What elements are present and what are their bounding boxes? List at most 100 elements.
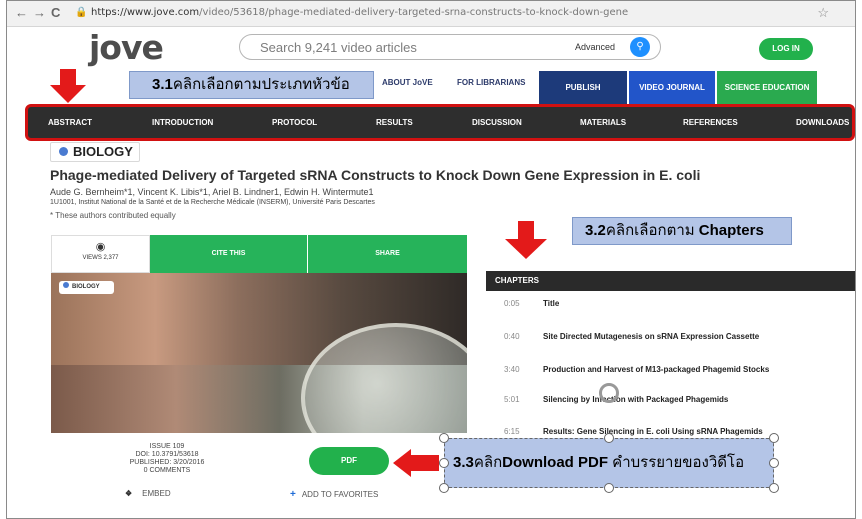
views-count: VIEWS 2,377	[82, 255, 119, 261]
chapter-time: 6:15	[504, 427, 520, 436]
annotation-3-1-text: คลิกเลือกตามประเภทหัวข้อ	[172, 76, 350, 93]
nav-for-librarians[interactable]: FOR LIBRARIANS	[457, 78, 525, 87]
advanced-search-link[interactable]: Advanced	[575, 42, 615, 52]
section-materials[interactable]: MATERIALS	[580, 118, 626, 127]
annotation-3-3-text: คลิก	[473, 454, 503, 471]
annotation-3-3-bold: Download PDF	[502, 454, 608, 471]
annotation-arrow-3-1	[50, 85, 86, 103]
section-results[interactable]: RESULTS	[376, 118, 413, 127]
article-affiliation: 1U1001, Institut National de la Santé et…	[50, 199, 375, 206]
nav-about-jove[interactable]: ABOUT JoVE	[382, 78, 433, 87]
cite-this-tab[interactable]: CITE THIS	[150, 235, 307, 273]
annotation-arrow-3-1-stem	[60, 69, 76, 85]
plus-icon: +	[290, 489, 296, 500]
article-title: Phage-mediated Delivery of Targeted sRNA…	[50, 167, 701, 183]
url-path: /video/53618/phage-mediated-delivery-tar…	[199, 7, 629, 18]
search-input[interactable]: Search 9,241 video articles	[260, 40, 417, 55]
annotation-3-1-number: 3.1	[152, 76, 173, 93]
section-downloads[interactable]: DOWNLOADS	[796, 118, 849, 127]
forward-icon[interactable]: →	[33, 5, 46, 20]
browser-toolbar: ← → C 🔒 https://www.jove.com/video/53618…	[7, 1, 855, 27]
section-nav: ABSTRACT INTRODUCTION PROTOCOL RESULTS D…	[25, 104, 855, 141]
category-label: BIOLOGY	[73, 144, 133, 159]
nav-video-journal[interactable]: VIDEO JOURNAL	[629, 71, 715, 104]
share-tab[interactable]: SHARE	[308, 235, 467, 273]
video-player[interactable]: BIOLOGY	[51, 273, 467, 433]
chapter-item[interactable]: 0:05 Title	[486, 295, 855, 315]
chapter-item[interactable]: 3:40 Production and Harvest of M13-packa…	[486, 361, 855, 381]
views-tab[interactable]: ◉ VIEWS 2,377	[51, 235, 150, 273]
jove-logo[interactable]: jove	[89, 28, 164, 67]
annotation-3-2-text: คลิกเลือกตาม	[605, 222, 699, 239]
annotation-3-3: 3.3คลิกDownload PDF คำบรรยายของวิดีโอ	[444, 438, 774, 488]
section-discussion[interactable]: DISCUSSION	[472, 118, 522, 127]
embed-link[interactable]: ❖ EMBED	[125, 489, 171, 498]
annotation-arrow-3-3-stem	[411, 455, 439, 471]
screenshot-frame: ← → C 🔒 https://www.jove.com/video/53618…	[6, 0, 856, 519]
chapter-time: 3:40	[504, 365, 520, 374]
chapter-time: 0:40	[504, 332, 520, 341]
address-bar[interactable]: https://www.jove.com/video/53618/phage-m…	[91, 7, 628, 18]
eye-icon: ◉	[95, 241, 106, 253]
section-protocol[interactable]: PROTOCOL	[272, 118, 317, 127]
annotation-3-2-number: 3.2	[585, 222, 606, 239]
resize-handle[interactable]	[769, 433, 779, 443]
video-category-badge: BIOLOGY	[59, 281, 114, 294]
article-authors: Aude G. Bernheim*1, Vincent K. Libis*1, …	[50, 187, 374, 197]
resize-handle[interactable]	[604, 433, 614, 443]
add-to-favorites-link[interactable]: + ADD TO FAVORITES	[290, 489, 378, 500]
category-badge[interactable]: BIOLOGY	[50, 142, 140, 162]
chapters-heading: CHAPTERS	[486, 271, 855, 291]
section-references[interactable]: REFERENCES	[683, 118, 738, 127]
favorites-label: ADD TO FAVORITES	[301, 490, 379, 499]
annotation-3-1: 3.1คลิกเลือกตามประเภทหัวข้อ	[129, 71, 374, 99]
chapter-title: Results: Gene Silencing in E. coli Using…	[543, 427, 763, 436]
resize-handle[interactable]	[439, 433, 449, 443]
annotation-3-3-number: 3.3	[453, 454, 474, 471]
comments-count[interactable]: 0 COMMENTS	[107, 467, 227, 475]
reload-icon[interactable]: C	[51, 5, 60, 20]
annotation-arrow-3-2-stem	[518, 221, 534, 239]
nav-publish[interactable]: PUBLISH	[539, 71, 627, 104]
article-meta: ISSUE 109 DOI: 10.3791/53618 PUBLISHED: …	[107, 443, 227, 475]
chapter-item[interactable]: 5:01 Silencing by Infection with Package…	[486, 391, 855, 411]
contribution-note: * These authors contributed equally	[50, 211, 176, 220]
published-date: PUBLISHED: 3/20/2016	[129, 459, 205, 466]
resize-handle[interactable]	[439, 458, 449, 468]
chapter-title: Title	[543, 299, 560, 308]
pdf-download-button[interactable]: PDF	[309, 447, 389, 475]
chapter-time: 0:05	[504, 299, 520, 308]
video-badge-label: BIOLOGY	[72, 284, 100, 290]
url-host: https://www.jove.com	[91, 7, 200, 18]
resize-handle[interactable]	[769, 458, 779, 468]
video-badge-dot-icon	[63, 282, 69, 288]
bookmark-star-icon[interactable]: ☆	[817, 5, 829, 21]
issue-number: ISSUE 109	[149, 443, 185, 450]
login-button[interactable]: LOG IN	[759, 38, 813, 60]
resize-handle[interactable]	[604, 483, 614, 493]
embed-icon: ❖	[125, 489, 133, 498]
annotation-3-2-bold: Chapters	[698, 222, 764, 239]
chapter-title: Production and Harvest of M13-packaged P…	[543, 365, 770, 374]
nav-science-education[interactable]: SCIENCE EDUCATION	[717, 71, 817, 104]
embed-label: EMBED	[142, 489, 171, 498]
resize-handle[interactable]	[439, 483, 449, 493]
annotation-3-2: 3.2คลิกเลือกตาม Chapters	[572, 217, 792, 245]
annotation-arrow-3-2	[505, 239, 547, 259]
annotation-arrow-3-3	[393, 449, 411, 477]
section-abstract[interactable]: ABSTRACT	[48, 118, 92, 127]
chapter-title: Site Directed Mutagenesis on sRNA Expres…	[543, 332, 760, 341]
annotation-3-3-tail: คำบรรยายของวิดีโอ	[608, 454, 745, 471]
section-introduction[interactable]: INTRODUCTION	[152, 118, 213, 127]
rotate-handle-icon[interactable]	[599, 383, 619, 403]
search-bar[interactable]: Search 9,241 video articles Advanced ⚲	[239, 34, 661, 60]
resize-handle[interactable]	[769, 483, 779, 493]
doi: DOI: 10.3791/53618	[135, 451, 199, 458]
search-icon[interactable]: ⚲	[630, 37, 650, 57]
lock-icon: 🔒	[75, 7, 88, 18]
chapter-title: Silencing by Infection with Packaged Pha…	[543, 395, 729, 404]
chapter-time: 5:01	[504, 395, 520, 404]
chapter-item[interactable]: 0:40 Site Directed Mutagenesis on sRNA E…	[486, 328, 855, 348]
back-icon[interactable]: ←	[15, 5, 28, 20]
category-dot-icon	[59, 147, 68, 156]
